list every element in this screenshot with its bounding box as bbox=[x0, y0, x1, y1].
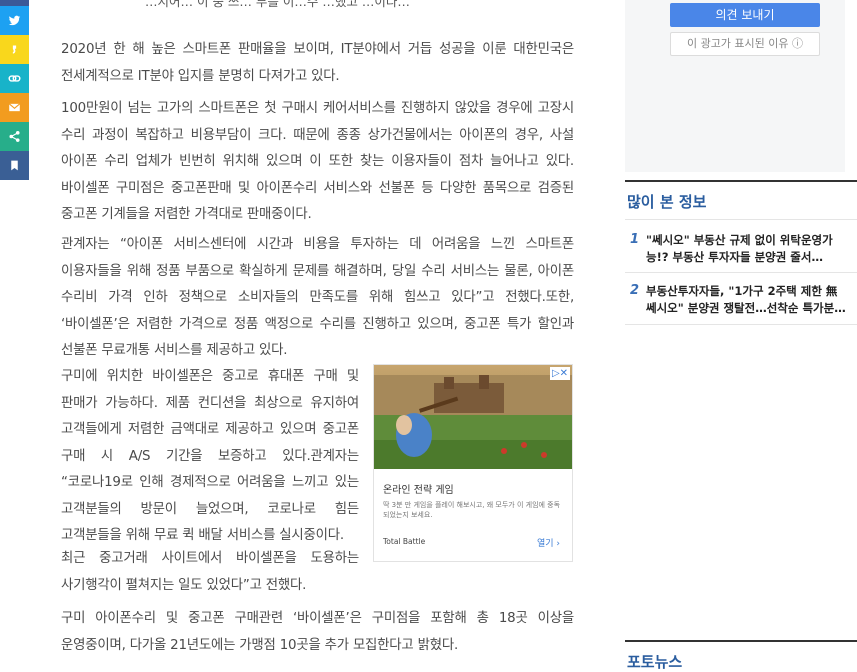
ad-title[interactable]: 온라인 전략 게임 bbox=[383, 481, 454, 496]
ad-image[interactable] bbox=[374, 365, 572, 469]
sidebar-ad: 의견 보내기 이 광고가 표시된 이유 ⓘ bbox=[625, 0, 845, 172]
bookmark-button[interactable] bbox=[0, 151, 29, 180]
article-paragraph-1: 2020년 한 해 높은 스마트폰 판매율을 보이며, IT분야에서 거듭 성공… bbox=[61, 42, 574, 84]
twitter-share-button[interactable] bbox=[0, 6, 29, 35]
ad-feedback-button[interactable]: 의견 보내기 bbox=[670, 3, 820, 27]
kakaostory-share-button[interactable] bbox=[0, 35, 29, 64]
popular-title-line-2[interactable]: 쎄시오" 분양권 쟁탈전…선착순 특가분… bbox=[646, 300, 857, 317]
kakaostory-icon bbox=[12, 45, 17, 54]
popular-title-line-2[interactable]: 능!? 부동산 투자자들 분양권 줄서… bbox=[646, 249, 857, 266]
popular-rank: 1 bbox=[630, 232, 640, 247]
photo-news-title: 포토뉴스 bbox=[627, 653, 683, 671]
popular-rank: 2 bbox=[630, 283, 640, 298]
popular-section-title: 많이 본 정보 bbox=[627, 193, 707, 211]
article-paragraph-4: 구미에 위치한 바이셀폰은 중고로 휴대폰 구매 및 판매가 가능하다. 제품 … bbox=[61, 369, 359, 543]
share-bar bbox=[0, 0, 29, 180]
popular-title-line-1[interactable]: 부동산투자자들, "1가구 2주택 제한 無 bbox=[646, 283, 857, 300]
inline-ad[interactable]: ▷✕ 온라인 전략 게임 딱 3분 만 게임을 플레이 해보시고, 왜 모두가 … bbox=[373, 364, 573, 562]
article-paragraph-6: 구미 아이폰수리 및 중고폰 구매관련 ‘바이셀폰’은 구미점을 포함해 총 1… bbox=[61, 611, 574, 653]
bookmark-icon bbox=[11, 160, 18, 171]
photo-news-divider bbox=[625, 640, 857, 642]
divider bbox=[625, 219, 857, 220]
divider bbox=[625, 272, 857, 273]
popular-title-line-1[interactable]: "쎄시오" 부동산 규제 없이 위탁운영가 bbox=[646, 232, 857, 249]
article-paragraph-5: 최근 중고거래 사이트에서 바이셀폰을 도용하는 사기행각이 펼쳐지는 일도 있… bbox=[61, 551, 359, 593]
popular-section-divider bbox=[625, 180, 857, 182]
share-icon bbox=[9, 131, 20, 142]
ad-close-icon[interactable]: ▷✕ bbox=[550, 367, 570, 380]
why-this-ad-button[interactable]: 이 광고가 표시된 이유 ⓘ bbox=[670, 32, 820, 56]
ad-brand: Total Battle bbox=[383, 537, 426, 546]
link-icon bbox=[8, 75, 21, 82]
link-share-button[interactable] bbox=[0, 64, 29, 93]
twitter-icon bbox=[8, 15, 21, 26]
cut-off-heading-line: …지어… 이 중 쓰… 부를 이…수 …했고 …이다… bbox=[145, 0, 410, 9]
divider bbox=[625, 324, 857, 325]
article-paragraph-2: 100만원이 넘는 고가의 스마트폰은 첫 구매시 케어서비스를 진행하지 않았… bbox=[61, 101, 574, 222]
mail-share-button[interactable] bbox=[0, 93, 29, 122]
ad-description: 딱 3분 만 게임을 플레이 해보시고, 왜 모두가 이 게임에 중독 되었는지… bbox=[383, 501, 561, 519]
article-paragraph-3: 관계자는 “아이폰 서비스센터에 시간과 비용을 투자하는 데 어려움을 느낀 … bbox=[61, 237, 574, 358]
share-button[interactable] bbox=[0, 122, 29, 151]
ad-open-button[interactable]: 열기 › bbox=[537, 536, 560, 549]
mail-icon bbox=[8, 103, 21, 112]
